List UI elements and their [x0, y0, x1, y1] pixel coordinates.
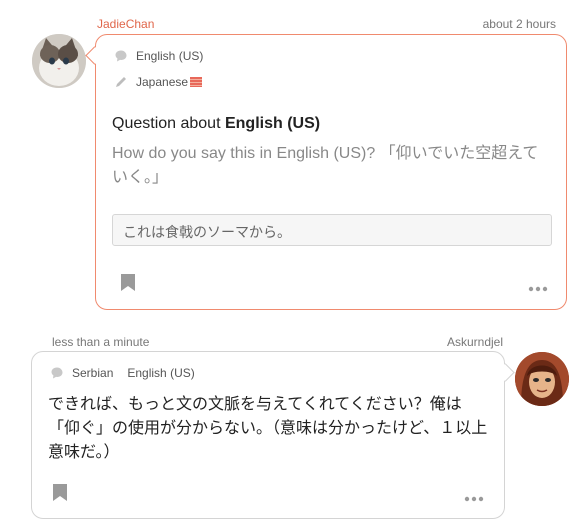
question-language-primary-label: English (US) — [136, 49, 204, 63]
illustrated-avatar-image — [515, 352, 569, 406]
pencil-icon — [116, 77, 126, 87]
question-card: English (US) Japanese Question about Eng… — [95, 34, 567, 310]
question-author-avatar[interactable] — [32, 34, 86, 88]
bookmark-icon[interactable] — [121, 274, 135, 291]
answer-language-1: Serbian — [72, 366, 114, 380]
question-author[interactable]: JadieChan — [97, 17, 154, 31]
question-language-primary: English (US) — [114, 49, 203, 63]
answer-author[interactable]: Askurndjel — [447, 335, 503, 349]
answer-time: less than a minute — [52, 335, 150, 349]
answer-body: できれば、もっと文の文脈を与えてくれてください？俺は「仰ぐ」の使用が分からない。… — [48, 396, 488, 461]
question-title-language: English (US) — [224, 115, 321, 132]
answer-author-avatar[interactable] — [515, 352, 569, 406]
bookmark-icon[interactable] — [53, 484, 67, 501]
question-time: about 2 hours — [482, 17, 556, 31]
question-body: How do you say this in English (US)? 「仰い… — [112, 145, 539, 186]
flag-icon — [190, 77, 203, 87]
question-supplement-field[interactable]: これは食戟のソーマから。 — [112, 214, 552, 246]
question-language-secondary: Japanese — [114, 75, 203, 89]
speech-bubble-icon — [51, 367, 63, 379]
question-title-prefix: Question about — [112, 115, 221, 132]
kitten-avatar-image — [32, 34, 86, 88]
answer-language-2: English (US) — [127, 366, 195, 380]
speech-bubble-icon — [115, 50, 127, 62]
question-language-secondary-label: Japanese — [136, 75, 189, 89]
answer-languages: Serbian English (US) — [50, 366, 195, 380]
more-dots-icon[interactable] — [528, 279, 548, 292]
more-dots-icon[interactable] — [464, 489, 484, 502]
question-title: Question about English (US) — [112, 115, 320, 133]
answer-card: Serbian English (US) できれば、もっと文の文脈を与えてくれて… — [31, 351, 505, 519]
